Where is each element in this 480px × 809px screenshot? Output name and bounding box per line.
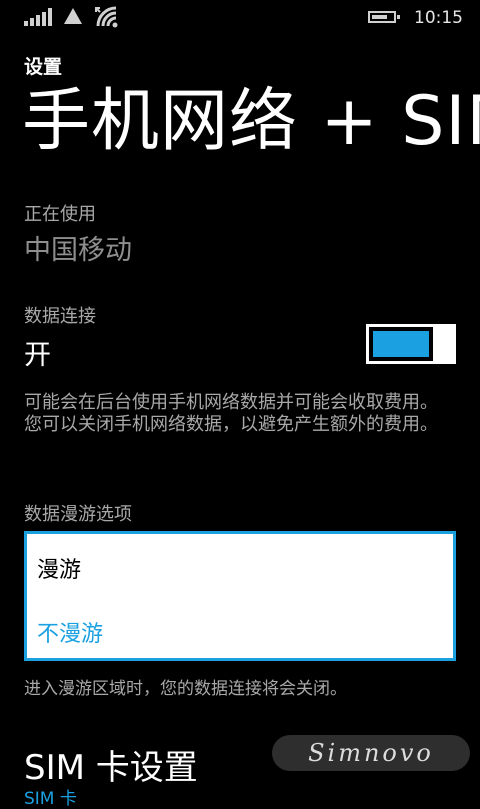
in-use-label: 正在使用 [24,204,96,225]
roaming-options-list[interactable]: 漫游 不漫游 [24,531,456,661]
clock: 10:15 [414,8,463,28]
watermark: Simnovo [272,735,470,771]
data-connection-description: 可能会在后台使用手机网络数据并可能会收取费用。您可以关闭手机网络数据，以避免产生… [24,392,438,435]
roaming-label: 数据漫游选项 [24,504,132,525]
app-label: 设置 [24,56,63,78]
battery-icon [368,11,400,23]
data-connection-label: 数据连接 [24,306,96,327]
roaming-option-roam[interactable]: 漫游 [37,552,81,584]
sim-settings-link[interactable]: SIM 卡 [24,784,77,809]
carrier-name: 中国移动 [24,235,132,266]
roaming-note: 进入漫游区域时，您的数据连接将会关闭。 [24,679,347,699]
sim-settings-title[interactable]: SIM 卡设置 [24,740,198,789]
toggle-thumb[interactable] [436,324,456,364]
data-triangle-icon [64,8,82,24]
data-connection-state: 开 [24,340,51,371]
toggle-fill [373,331,429,357]
wifi-icon [95,6,118,28]
data-connection-toggle[interactable] [366,324,456,364]
status-bar: 10:15 [0,0,480,34]
page-title: 手机网络 + SIM [22,82,480,161]
toggle-track [366,324,436,364]
signal-icon [24,8,54,26]
roaming-option-no-roam[interactable]: 不漫游 [37,616,103,648]
